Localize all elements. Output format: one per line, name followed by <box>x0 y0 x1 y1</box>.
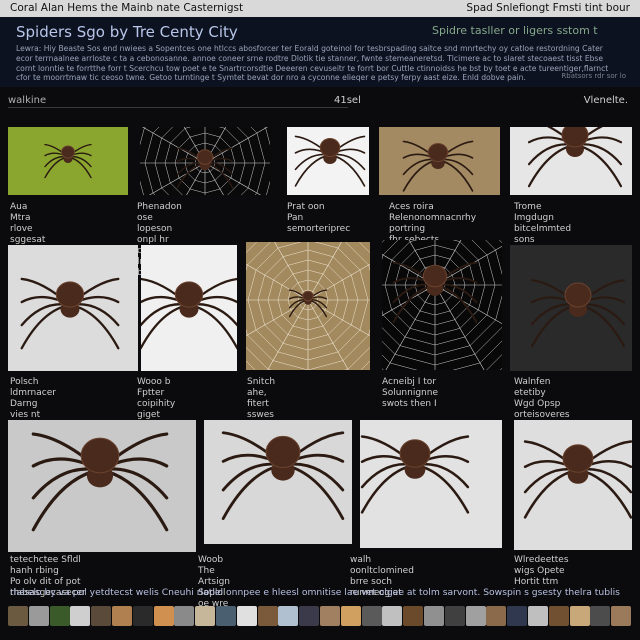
tile-caption: Trome Imgdugn bitcelmmted sons <box>514 202 572 245</box>
thumbnail-item[interactable] <box>382 606 403 626</box>
spider-abdomen <box>422 264 448 288</box>
thumbnail-item[interactable] <box>486 606 507 626</box>
spider-photo[interactable] <box>8 127 128 195</box>
spider-photo[interactable] <box>510 245 632 371</box>
spider-abdomen <box>561 127 589 148</box>
thumbnail-item[interactable] <box>174 606 195 626</box>
spider-figure <box>20 277 120 350</box>
spider-photo[interactable] <box>514 420 632 550</box>
thumbnail-item[interactable] <box>112 606 132 626</box>
spider-photo[interactable] <box>379 127 500 195</box>
thumbnail-item[interactable] <box>548 606 569 626</box>
tile-caption: Woob The Artsign Soplol oe wre <box>198 555 230 609</box>
spider-abdomen <box>562 444 594 473</box>
spider-figure <box>527 127 623 188</box>
thumbnail-item[interactable] <box>361 606 382 626</box>
thumbnail-item[interactable] <box>195 606 216 626</box>
spider-abdomen <box>319 138 341 157</box>
spider-photo[interactable] <box>382 240 502 370</box>
thumbnail-item[interactable] <box>528 606 548 626</box>
thumbnail-item[interactable] <box>403 606 424 626</box>
site-tagline: Spidre tasller or ligers sstom t <box>432 24 598 37</box>
thumbnail-item[interactable] <box>132 606 153 626</box>
spider-photo[interactable] <box>510 127 632 195</box>
thumbnail-item[interactable] <box>216 606 236 626</box>
thumbnail-item[interactable] <box>278 606 299 626</box>
intro-paragraph: Lewra: Hiy Beaste Sos end nwiees a Sopen… <box>16 44 609 83</box>
spider-figure <box>530 279 626 348</box>
spider-photo[interactable] <box>360 420 502 548</box>
thumbnail-item[interactable] <box>320 606 340 626</box>
filter-bar: 41sel Vlenelte. <box>0 89 640 111</box>
thumbnail-item[interactable] <box>507 606 528 626</box>
spider-figure <box>44 143 92 179</box>
tile-caption: Wooo b Fptter coipihity giget <box>137 377 176 420</box>
result-count: 41sel <box>334 95 361 106</box>
thumbnail-item[interactable] <box>590 606 611 626</box>
spider-abdomen <box>399 439 431 468</box>
spider-abdomen <box>564 282 592 308</box>
site-title[interactable]: Spiders Sgo by Tre Centy City <box>16 23 238 41</box>
filter-input[interactable] <box>8 93 348 108</box>
thumbnail-item[interactable] <box>49 606 70 626</box>
spider-web <box>246 242 370 370</box>
thumbnail-item[interactable] <box>70 606 91 626</box>
thumbnail-item[interactable] <box>153 606 174 626</box>
view-mode-link[interactable]: Vlenelte. <box>584 95 628 106</box>
topbar-right-text: Spad Snlefiongt Fmsti tint bour <box>466 2 630 14</box>
tile-caption: Wlredeettes wigs Opete Hortit ttm <box>514 555 569 587</box>
thumbnail-item[interactable] <box>611 606 632 626</box>
thumbnail-item[interactable] <box>8 606 28 626</box>
intro-note: Rbatsors rdr sor lo <box>561 72 626 80</box>
spider-figure <box>360 435 470 514</box>
tile-caption: Acneibj I tor Solunnignne swots then I <box>382 377 438 409</box>
thumbnail-item[interactable] <box>91 606 112 626</box>
spider-abdomen <box>427 143 449 162</box>
browser-topbar: Coral Alan Hems the Mainb nate Casternig… <box>0 0 640 17</box>
spider-photo[interactable] <box>141 245 237 371</box>
spider-abdomen <box>174 281 204 308</box>
page-header: Spiders Sgo by Tre Centy City Spidre tas… <box>0 17 640 87</box>
spider-figure <box>523 440 632 519</box>
spider-abdomen <box>61 145 75 159</box>
thumbnail-item[interactable] <box>28 606 49 626</box>
thumbnail-item[interactable] <box>444 606 465 626</box>
spider-figure <box>402 140 474 192</box>
thumbnail-item[interactable] <box>299 606 320 626</box>
spider-figure <box>31 432 169 532</box>
spider-figure <box>221 431 345 520</box>
spider-photo[interactable] <box>204 420 352 544</box>
thumbnail-item[interactable] <box>236 606 257 626</box>
spider-abdomen <box>302 290 314 302</box>
spider-abdomen <box>55 281 85 308</box>
thumbnail-item[interactable] <box>424 606 444 626</box>
spider-photo[interactable] <box>8 245 138 371</box>
thumbnail-item[interactable] <box>340 606 361 626</box>
spider-photo[interactable] <box>287 127 369 195</box>
spider-photo[interactable] <box>140 127 270 195</box>
spider-abdomen <box>80 437 120 474</box>
footer-description: rlabelo by va pol yetdtecst welis Cneuhi… <box>10 587 620 598</box>
spider-abdomen <box>265 435 301 469</box>
spider-figure <box>294 135 366 187</box>
thumbnail-item[interactable] <box>569 606 590 626</box>
thumbnail-item[interactable] <box>257 606 278 626</box>
tile-caption: Walnfen etetiby Wgd Opsp orteisoveres <box>514 377 570 420</box>
thumbnail-item[interactable] <box>465 606 486 626</box>
spider-figure <box>141 277 237 350</box>
spider-photo[interactable] <box>8 420 196 552</box>
spider-web <box>382 240 502 370</box>
tile-caption: Prat oon Pan semorteriprec <box>287 202 351 234</box>
topbar-left-text: Coral Alan Hems the Mainb nate Casternig… <box>10 2 244 14</box>
spider-photo[interactable] <box>246 242 370 370</box>
thumbnail-strip <box>8 606 634 630</box>
spider-abdomen <box>196 149 214 165</box>
